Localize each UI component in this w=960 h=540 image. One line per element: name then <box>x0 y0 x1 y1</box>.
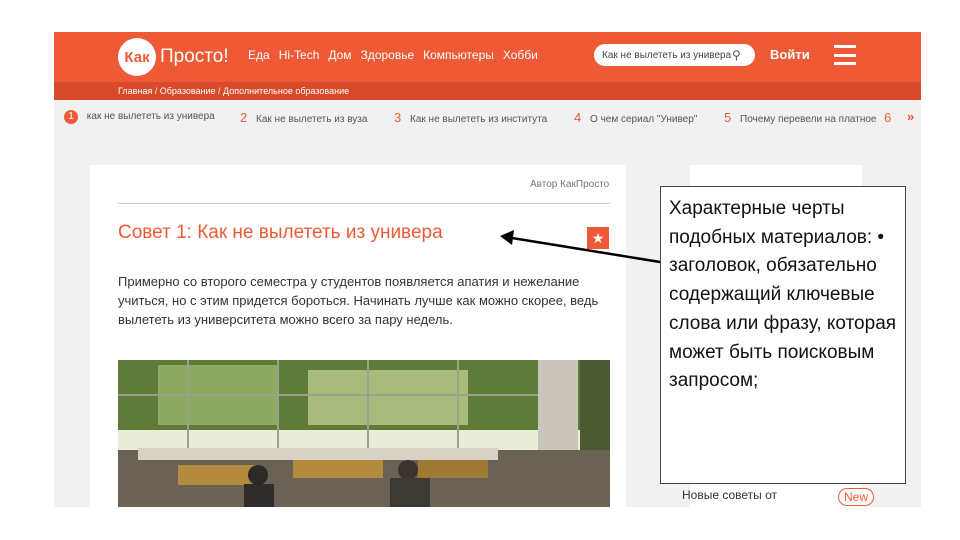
annotation-callout: Характерные черты подобных материалов: •… <box>660 186 906 484</box>
